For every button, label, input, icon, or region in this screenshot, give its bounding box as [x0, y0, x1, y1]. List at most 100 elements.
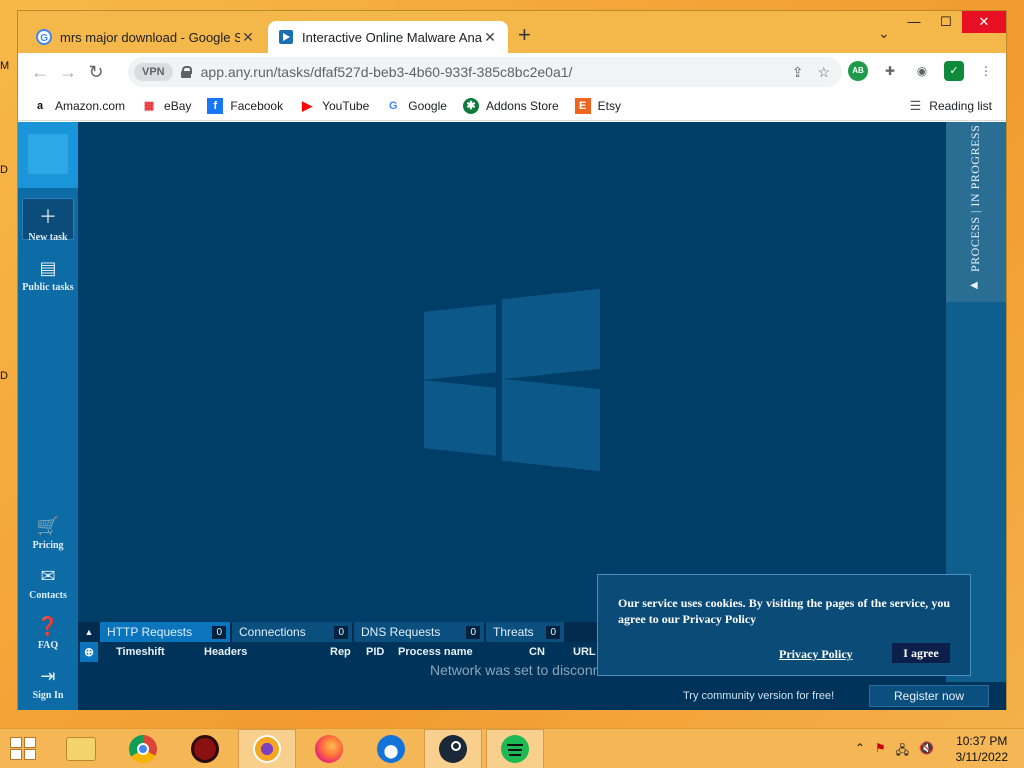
sidebar-item-sign-in[interactable]: ⇥ Sign In: [18, 666, 78, 701]
browser-window: G mrs major download - Google Se ✕ Inter…: [17, 10, 1007, 710]
maximize-button[interactable]: ☐: [930, 11, 962, 33]
tab-dns-requests[interactable]: DNS Requests 0: [354, 622, 484, 642]
forward-arrow-icon[interactable]: →: [54, 58, 82, 86]
sidebar-item-faq[interactable]: ❓ FAQ: [18, 616, 78, 651]
tab-title: Interactive Online Malware Analy: [302, 29, 482, 45]
bookmark-addons-store[interactable]: ✱ Addons Store: [462, 97, 559, 114]
sidebar-item-label: Contacts: [29, 590, 67, 601]
tab-google-search[interactable]: G mrs major download - Google Se ✕: [26, 21, 266, 53]
taskbar: ⌃ ⚑ 🖧 🔇 10:37 PM 3/11/2022: [0, 728, 1024, 768]
close-tab-icon[interactable]: ✕: [240, 29, 256, 46]
close-window-button[interactable]: ✕: [962, 11, 1006, 33]
column-header[interactable]: Process name: [398, 646, 473, 658]
tab-connections[interactable]: Connections 0: [232, 622, 352, 642]
lock-icon[interactable]: [180, 66, 192, 78]
chrome-icon[interactable]: [114, 729, 172, 768]
spotify-icon[interactable]: [486, 729, 544, 768]
bookmark-etsy[interactable]: E Etsy: [574, 97, 621, 114]
back-arrow-icon[interactable]: ←: [26, 58, 54, 86]
address-bar[interactable]: VPN app.any.run/tasks/dfaf527d-beb3-4b60…: [128, 57, 842, 87]
anyrun-logo[interactable]: [18, 122, 78, 188]
collapse-up-icon[interactable]: ▲: [78, 622, 100, 642]
ebay-icon: ▦: [143, 99, 155, 112]
column-header[interactable]: Headers: [204, 646, 247, 658]
desktop-icon-fragment[interactable]: M: [0, 60, 10, 72]
column-header[interactable]: CN: [529, 646, 545, 658]
start-button[interactable]: [10, 737, 38, 761]
count-badge: 0: [466, 625, 480, 639]
sidebar-item-public-tasks[interactable]: ▤ Public tasks: [18, 258, 78, 293]
reading-list-button[interactable]: ☰ Reading list: [910, 98, 992, 114]
file-explorer-icon[interactable]: [52, 729, 110, 768]
document-icon: ▤: [39, 258, 57, 279]
agree-button[interactable]: I agree: [892, 643, 950, 663]
adblock-icon[interactable]: AB: [848, 61, 868, 81]
addons-store-icon: ✱: [462, 97, 479, 114]
reading-list-label: Reading list: [929, 99, 992, 113]
tor-browser-icon[interactable]: [238, 729, 296, 768]
bookmark-star-icon[interactable]: ☆: [817, 64, 830, 81]
sign-in-icon: ⇥: [40, 666, 56, 687]
profile-icon[interactable]: ◉: [912, 61, 932, 81]
column-header[interactable]: Timeshift: [116, 646, 165, 658]
new-tab-button[interactable]: +: [518, 24, 531, 46]
amazon-icon: a: [36, 99, 44, 112]
bookmark-google[interactable]: G Google: [385, 98, 447, 114]
bookmark-label: Addons Store: [485, 98, 559, 113]
bookmark-label: YouTube: [322, 98, 370, 113]
community-version-text[interactable]: Try community version for free!: [683, 690, 834, 702]
network-icon[interactable]: 🖧: [896, 741, 909, 762]
tab-anyrun[interactable]: Interactive Online Malware Analy ✕: [268, 21, 508, 53]
tab-http-requests[interactable]: HTTP Requests 0: [100, 622, 230, 642]
volume-muted-icon[interactable]: 🔇: [919, 741, 934, 762]
bookmark-ebay[interactable]: ▦ eBay: [141, 98, 192, 114]
sidebar-item-pricing[interactable]: 🛒 Pricing: [18, 516, 78, 551]
bookmark-amazon[interactable]: a Amazon.com: [32, 98, 125, 114]
tray-expand-icon[interactable]: ⌃: [855, 741, 865, 762]
anyrun-icon: [279, 30, 293, 44]
vm-screen[interactable]: [78, 122, 946, 622]
window-controls: — ☐ ✕: [898, 11, 1006, 33]
firefox-icon[interactable]: [300, 729, 358, 768]
sidebar-item-new-task[interactable]: ＋ New task: [22, 198, 74, 243]
app-red-icon[interactable]: [176, 729, 234, 768]
bookmark-label: Google: [408, 98, 447, 113]
desktop-icon-fragment[interactable]: D: [0, 370, 10, 382]
vpn-badge[interactable]: VPN: [134, 63, 173, 81]
tab-title: mrs major download - Google Se: [60, 29, 240, 45]
clock-date: 3/11/2022: [955, 750, 1009, 764]
bookmark-youtube[interactable]: ▶ YouTube: [299, 98, 369, 114]
desktop-icon-fragment[interactable]: D: [0, 164, 10, 176]
tab-label: Threats: [493, 625, 534, 639]
thunderbird-icon[interactable]: [362, 729, 420, 768]
menu-kebab-icon[interactable]: ⋮: [976, 61, 996, 81]
tab-threats[interactable]: Threats 0: [486, 622, 564, 642]
column-header[interactable]: Rep: [330, 646, 351, 658]
tab-label: DNS Requests: [361, 625, 441, 639]
taskbar-clock[interactable]: 10:37 PM 3/11/2022: [956, 733, 1009, 765]
tab-search-chevron-icon[interactable]: ⌄: [878, 25, 890, 42]
steam-icon[interactable]: [424, 729, 482, 768]
minimize-button[interactable]: —: [898, 11, 930, 33]
column-header[interactable]: PID: [366, 646, 384, 658]
count-badge: 0: [212, 625, 226, 639]
sidebar-item-label: Public tasks: [22, 282, 74, 293]
bookmark-facebook[interactable]: f Facebook: [207, 97, 283, 114]
plus-icon: ＋: [39, 207, 57, 228]
reading-list-icon: ☰: [909, 98, 922, 113]
column-header[interactable]: URL: [573, 646, 596, 658]
share-icon[interactable]: ⇪: [792, 64, 804, 81]
url-text[interactable]: app.any.run/tasks/dfaf527d-beb3-4b60-933…: [201, 64, 792, 80]
extensions-puzzle-icon[interactable]: ✚: [880, 61, 900, 81]
reload-icon[interactable]: ↻: [82, 58, 110, 86]
privacy-policy-link[interactable]: Privacy Policy: [779, 647, 853, 662]
shield-check-icon[interactable]: ✓: [944, 61, 964, 81]
register-button[interactable]: Register now: [869, 685, 989, 707]
process-panel-header[interactable]: PROCESS | IN PROGRESS ◀: [946, 122, 1006, 302]
action-center-flag-icon[interactable]: ⚑: [875, 741, 886, 762]
tab-label: HTTP Requests: [107, 625, 193, 639]
close-tab-icon[interactable]: ✕: [482, 29, 498, 46]
svg-text:G: G: [40, 33, 48, 44]
sidebar-item-contacts[interactable]: ✉ Contacts: [18, 566, 78, 601]
globe-icon[interactable]: ⊕: [80, 642, 98, 662]
